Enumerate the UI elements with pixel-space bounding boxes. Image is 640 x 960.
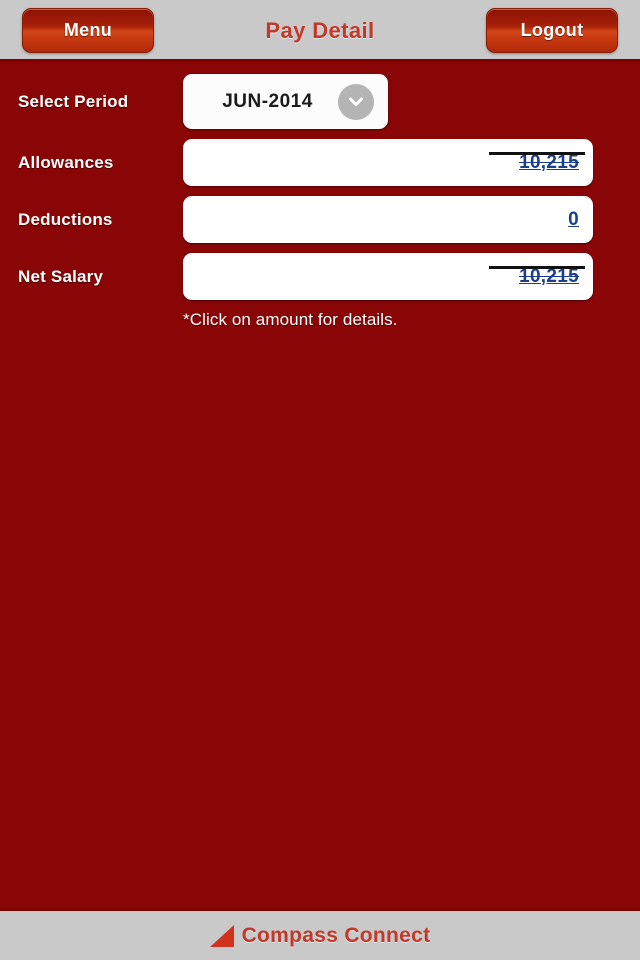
app-header: Menu Pay Detail Logout xyxy=(0,0,640,62)
row-net-salary: Net Salary 10,215 xyxy=(0,253,640,300)
allowances-amount[interactable]: 10,215 xyxy=(519,152,579,174)
pay-detail-form: Select Period JUN-2014 Allowances 10,215… xyxy=(0,62,640,908)
deductions-value-box[interactable]: 0 xyxy=(183,196,593,243)
row-allowances: Allowances 10,215 xyxy=(0,139,640,186)
allowances-label: Allowances xyxy=(18,152,114,172)
deductions-amount[interactable]: 0 xyxy=(568,209,579,231)
row-deductions: Deductions 0 xyxy=(0,196,640,243)
click-hint-text: *Click on amount for details. xyxy=(183,310,398,329)
net-salary-value-box[interactable]: 10,215 xyxy=(183,253,593,300)
pay-detail-screen: Menu Pay Detail Logout Select Period JUN… xyxy=(0,0,640,960)
brand-name: Compass Connect xyxy=(241,923,431,947)
net-salary-amount[interactable]: 10,215 xyxy=(519,266,579,288)
select-period-label: Select Period xyxy=(18,91,129,111)
logout-button[interactable]: Logout xyxy=(486,8,618,53)
row-select-period: Select Period JUN-2014 xyxy=(0,74,640,129)
period-selected-value: JUN-2014 xyxy=(222,90,313,112)
chevron-down-icon[interactable] xyxy=(338,83,374,120)
triangle-logo-icon xyxy=(209,924,234,947)
app-footer: Compass Connect xyxy=(0,908,640,960)
period-select[interactable]: JUN-2014 xyxy=(183,74,388,129)
net-salary-label: Net Salary xyxy=(18,266,104,286)
allowances-value-box[interactable]: 10,215 xyxy=(183,139,593,186)
deductions-label: Deductions xyxy=(18,209,113,229)
